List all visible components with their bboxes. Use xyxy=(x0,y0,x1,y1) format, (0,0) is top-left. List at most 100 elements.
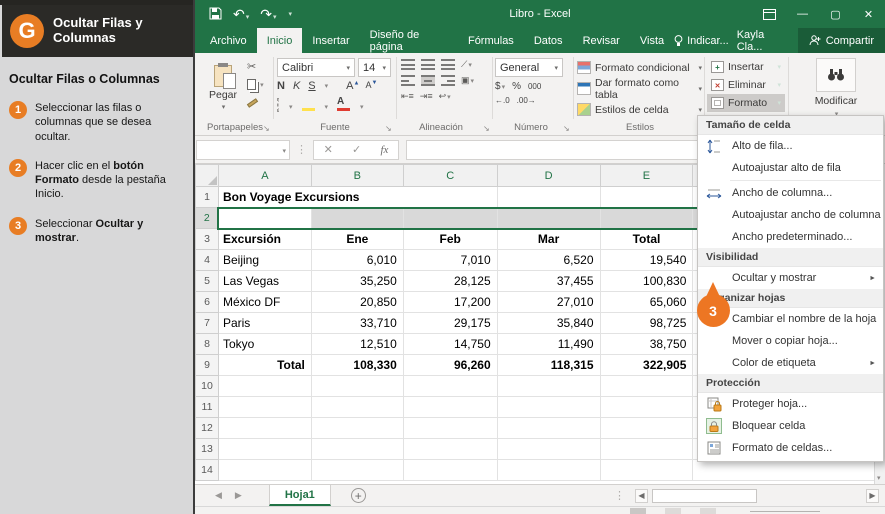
cell[interactable] xyxy=(403,418,497,439)
tab-insertar[interactable]: Insertar xyxy=(302,28,359,53)
cell[interactable]: 6,520 xyxy=(497,250,600,271)
borders-button[interactable] xyxy=(277,99,279,111)
row-header-11[interactable]: 11 xyxy=(196,397,219,418)
align-left-button[interactable] xyxy=(401,75,415,86)
cell[interactable] xyxy=(497,376,600,397)
select-all-corner[interactable] xyxy=(196,165,219,187)
find-select-button[interactable] xyxy=(816,58,856,92)
tab-vista[interactable]: Vista xyxy=(630,28,674,53)
new-sheet-button[interactable]: + xyxy=(351,488,366,503)
row-header-8[interactable]: 8 xyxy=(196,334,219,355)
cell[interactable]: 14,750 xyxy=(403,334,497,355)
underline-button[interactable]: S xyxy=(308,80,315,92)
cut-button[interactable]: ✂ xyxy=(247,60,264,73)
account-name[interactable]: Kayla Cla... xyxy=(737,29,790,53)
cell[interactable]: 98,725 xyxy=(600,313,693,334)
cell[interactable]: Mar xyxy=(497,229,600,250)
cell[interactable]: Beijing xyxy=(218,250,311,271)
button-eliminar[interactable]: Eliminar▾ xyxy=(707,76,785,94)
ribbon-display-options-button[interactable] xyxy=(753,0,786,28)
align-right-button[interactable] xyxy=(441,75,455,86)
menu-item-mover-o-copiar-hoja[interactable]: Mover o copiar hoja... xyxy=(698,330,883,352)
button-formato[interactable]: Formato▾ xyxy=(707,94,785,112)
menu-item-alto-de-fila[interactable]: Alto de fila... xyxy=(698,135,883,157)
hscroll-track[interactable] xyxy=(652,489,862,503)
cell[interactable] xyxy=(600,376,693,397)
font-size-select[interactable]: 14▾ xyxy=(358,58,391,77)
cell[interactable]: 27,010 xyxy=(497,292,600,313)
button-formato-condicional[interactable]: Formato condicional▾ xyxy=(577,59,702,76)
cell[interactable] xyxy=(497,460,600,481)
customize-qat-icon[interactable]: ▾ xyxy=(289,11,293,18)
cell[interactable]: 28,125 xyxy=(403,271,497,292)
button-insertar[interactable]: Insertar▾ xyxy=(707,58,785,76)
font-dialog-launcher[interactable]: ↘ xyxy=(385,124,392,133)
sheet-tab-hoja1[interactable]: Hoja1 xyxy=(269,485,331,506)
cell[interactable] xyxy=(497,439,600,460)
align-middle-button[interactable] xyxy=(421,59,435,70)
horizontal-scrollbar[interactable]: ⋮ ◀ ▶ xyxy=(608,489,885,503)
cell[interactable] xyxy=(497,187,600,208)
cell[interactable] xyxy=(403,376,497,397)
cell[interactable]: Ene xyxy=(311,229,403,250)
fill-color-button[interactable] xyxy=(302,107,315,111)
minimize-button[interactable]: — xyxy=(786,0,819,28)
cell[interactable] xyxy=(600,418,693,439)
cell[interactable] xyxy=(600,397,693,418)
column-header-a[interactable]: A xyxy=(218,165,311,187)
tab-fórmulas[interactable]: Fórmulas xyxy=(458,28,524,53)
cell[interactable] xyxy=(311,460,403,481)
row-header-10[interactable]: 10 xyxy=(196,376,219,397)
cell[interactable]: 118,315 xyxy=(497,355,600,376)
cell[interactable] xyxy=(403,397,497,418)
next-sheet-icon[interactable]: ▶ xyxy=(235,490,242,501)
tab-archivo[interactable]: Archivo xyxy=(200,28,257,53)
cell[interactable] xyxy=(497,208,600,229)
currency-format-button[interactable]: $▾ xyxy=(495,81,505,92)
cell[interactable] xyxy=(218,397,311,418)
close-button[interactable]: ✕ xyxy=(852,0,885,28)
orientation-button[interactable]: ⟋▾ xyxy=(461,59,472,70)
redo-button[interactable]: ↷▾ xyxy=(260,7,276,21)
cell[interactable]: 35,250 xyxy=(311,271,403,292)
cell[interactable] xyxy=(218,376,311,397)
increase-decimal-button[interactable]: ←.0 xyxy=(495,96,510,105)
menu-item-formato-de-celdas[interactable]: Formato de celdas... xyxy=(698,437,883,459)
cell[interactable]: 38,750 xyxy=(600,334,693,355)
menu-item-ancho-predeterminado[interactable]: Ancho predeterminado... xyxy=(698,226,883,248)
undo-button[interactable]: ↶▾ xyxy=(233,7,249,21)
cell[interactable]: 20,850 xyxy=(311,292,403,313)
italic-button[interactable]: K xyxy=(293,80,300,92)
row-header-1[interactable]: 1 xyxy=(196,187,219,208)
menu-item-ancho-de-columna[interactable]: Ancho de columna... xyxy=(698,182,883,204)
align-bottom-button[interactable] xyxy=(441,59,455,70)
cell[interactable]: Feb xyxy=(403,229,497,250)
cell[interactable]: Excursión xyxy=(218,229,311,250)
cell[interactable]: Bon Voyage Excursions xyxy=(218,187,497,208)
decrease-indent-button[interactable]: ⇤≡ xyxy=(401,91,414,102)
name-box[interactable]: ▾ xyxy=(196,140,290,160)
cell[interactable]: 17,200 xyxy=(403,292,497,313)
grow-font-button[interactable]: A▲ xyxy=(346,80,359,92)
column-header-d[interactable]: D xyxy=(497,165,600,187)
cell[interactable] xyxy=(311,376,403,397)
cell[interactable]: Paris xyxy=(218,313,311,334)
paste-button[interactable]: Pegar▾ xyxy=(203,58,243,118)
cell[interactable] xyxy=(218,418,311,439)
tab-datos[interactable]: Datos xyxy=(524,28,573,53)
maximize-button[interactable]: ▢ xyxy=(819,0,852,28)
clipboard-dialog-launcher[interactable]: ↘ xyxy=(263,124,270,133)
row-header-4[interactable]: 4 xyxy=(196,250,219,271)
tell-me-button[interactable]: Indicar... xyxy=(674,35,729,47)
font-color-button[interactable]: A xyxy=(337,95,350,111)
column-header-e[interactable]: E xyxy=(600,165,693,187)
cell[interactable]: 29,175 xyxy=(403,313,497,334)
tab-split-handle[interactable]: ⋮ xyxy=(614,489,625,502)
cell[interactable]: 7,010 xyxy=(403,250,497,271)
cell[interactable]: 33,710 xyxy=(311,313,403,334)
align-center-button[interactable] xyxy=(421,75,435,86)
share-button[interactable]: Compartir xyxy=(798,28,885,53)
cell[interactable]: 6,010 xyxy=(311,250,403,271)
cell[interactable]: Total xyxy=(218,355,311,376)
zoom-slider[interactable] xyxy=(750,511,820,512)
